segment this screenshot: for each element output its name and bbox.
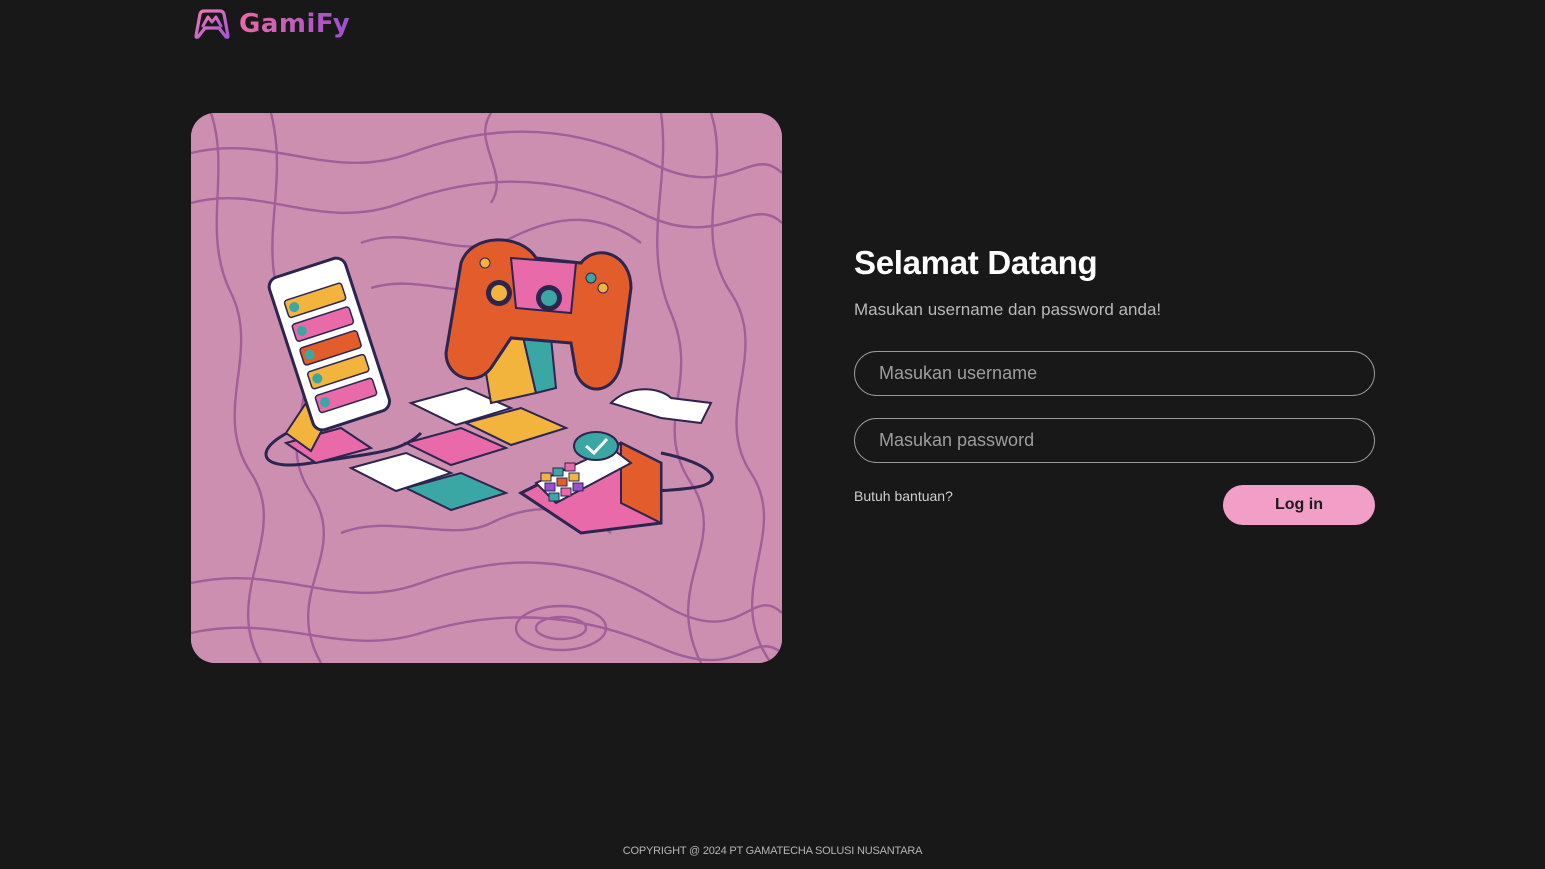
username-input[interactable] (854, 351, 1375, 396)
login-page: GamiFy Selamat Datang Masukan username d… (0, 0, 1545, 869)
form-actions: Butuh bantuan? Log in (854, 485, 1375, 525)
brand-logo[interactable]: GamiFy (191, 8, 350, 40)
help-link[interactable]: Butuh bantuan? (854, 488, 953, 504)
copyright-footer: COPYRIGHT @ 2024 PT GAMATECHA SOLUSI NUS… (622, 845, 923, 857)
password-input[interactable] (854, 418, 1375, 463)
welcome-subtitle: Masukan username dan password anda! (854, 300, 1162, 319)
brand-name: GamiFy (239, 9, 351, 39)
welcome-title: Selamat Datang (854, 244, 1098, 281)
login-form: Selamat Datang Masukan username dan pass… (854, 244, 1375, 525)
hero-illustration (191, 113, 782, 663)
login-button[interactable]: Log in (1223, 485, 1375, 525)
gamepad-logo-icon (191, 8, 233, 40)
